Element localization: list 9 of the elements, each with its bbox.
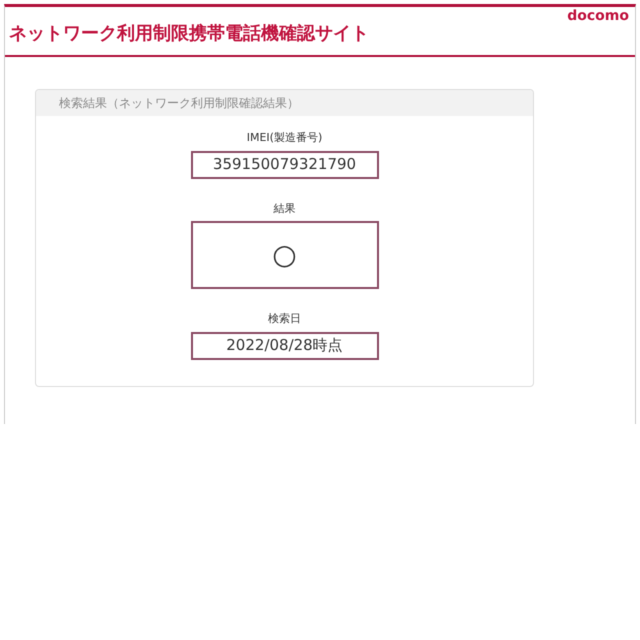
card-heading: 検索結果（ネットワーク利用制限確認結果） <box>59 95 299 112</box>
field-value: 2022/08/28時点 <box>226 338 343 353</box>
site-title: ネットワーク利用制限携帯電話機確認サイト <box>9 25 369 43</box>
field-label: 検索日 <box>268 311 301 327</box>
field-value: 359150079321790 <box>212 157 356 172</box>
field-label: 結果 <box>274 200 296 216</box>
field-label: IMEI(製造番号) <box>246 130 322 146</box>
result-mark: ○ <box>272 241 297 269</box>
logo-text: docomo <box>567 9 629 23</box>
